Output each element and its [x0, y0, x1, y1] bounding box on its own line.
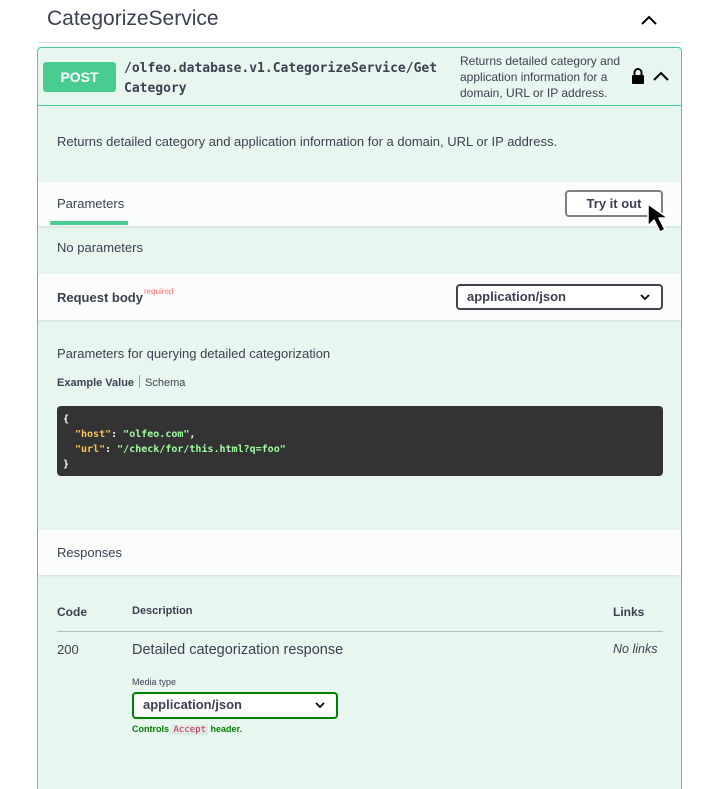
request-body-title: Request body: [57, 290, 143, 305]
response-code: 200: [57, 642, 79, 657]
tab-divider: [139, 375, 141, 388]
column-header-code: Code: [57, 605, 87, 619]
json-value-url: "/check/for/this.html?q=foo": [117, 444, 286, 455]
tag-title[interactable]: CategorizeService: [47, 7, 219, 31]
table-header-divider: [57, 631, 663, 632]
operation-description: Returns detailed category and applicatio…: [57, 134, 558, 149]
tab-underline: [50, 221, 128, 225]
column-header-description: Description: [132, 605, 193, 617]
json-line-url: "url": "/check/for/this.html?q=foo": [75, 444, 286, 455]
request-content-type-select[interactable]: application/json: [456, 284, 663, 310]
controls-code: Accept: [171, 725, 209, 735]
responses-header: Responses: [38, 530, 681, 575]
tab-parameters[interactable]: Parameters: [57, 196, 124, 211]
tag-header[interactable]: CategorizeService: [38, 0, 681, 43]
response-description: Detailed categorization response: [132, 642, 344, 658]
json-value-host: "olfeo.com": [123, 429, 190, 440]
chevron-down-icon: [640, 294, 650, 301]
chevron-up-icon[interactable]: [639, 10, 659, 30]
tab-schema[interactable]: Schema: [145, 377, 185, 389]
request-content-type-value: application/json: [467, 289, 566, 304]
json-key-url: "url": [75, 444, 106, 455]
controls-accept-note: Controls Accept header.: [132, 724, 242, 735]
example-json-block[interactable]: { "host": "olfeo.com", "url": "/check/fo…: [57, 406, 663, 476]
json-line-host: "host": "olfeo.com",: [75, 429, 196, 440]
response-media-type-value: application/json: [143, 697, 242, 712]
responses-title: Responses: [57, 545, 123, 560]
example-schema-tabs: Example Value Schema: [57, 375, 185, 389]
chevron-up-icon[interactable]: [652, 68, 670, 84]
response-media-type-select[interactable]: application/json: [132, 692, 338, 719]
chevron-down-icon: [315, 702, 325, 709]
mouse-cursor-icon: [647, 203, 669, 233]
operation-summary-description: Returns detailed category and applicatio…: [460, 54, 621, 100]
request-body-description: Parameters for querying detailed categor…: [57, 346, 331, 361]
request-body-header: Request body required application/json: [38, 274, 681, 320]
json-open-brace: {: [63, 414, 70, 425]
no-parameters-text: No parameters: [57, 240, 143, 255]
json-close-brace: }: [63, 459, 70, 470]
column-header-links: Links: [613, 605, 645, 619]
json-key-host: "host": [75, 429, 112, 440]
method-badge: POST: [43, 62, 116, 92]
response-links: No links: [613, 642, 658, 656]
lock-icon[interactable]: [631, 67, 645, 85]
operation-summary[interactable]: POST /olfeo.database.v1.CategorizeServic…: [38, 48, 681, 106]
operation-block: POST /olfeo.database.v1.CategorizeServic…: [37, 47, 682, 789]
controls-prefix: Controls: [132, 724, 169, 734]
media-type-label: Media type: [132, 677, 177, 687]
parameters-header: Parameters Try it out: [38, 182, 681, 233]
operation-path[interactable]: /olfeo.database.v1.CategorizeService/Get…: [124, 59, 444, 99]
tab-example-value[interactable]: Example Value: [57, 377, 134, 389]
required-label: required: [144, 287, 174, 296]
controls-suffix: header.: [210, 724, 243, 734]
